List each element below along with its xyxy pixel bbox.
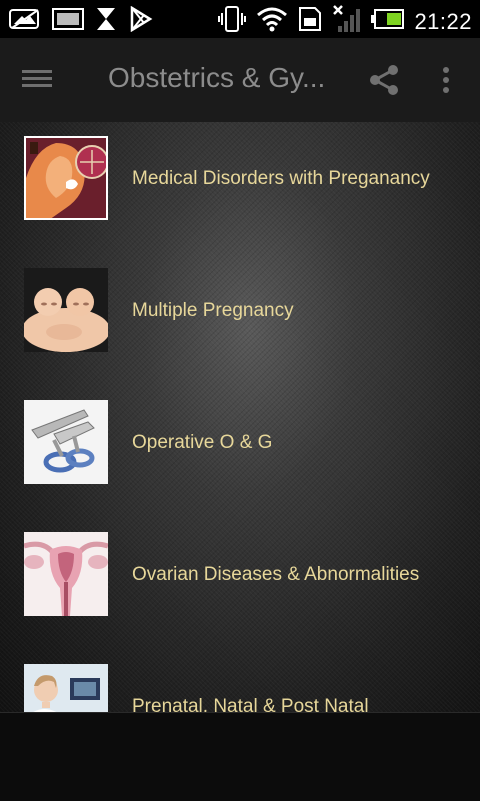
list-item[interactable]: Multiple Pregnancy (0, 254, 480, 386)
hamburger-menu-icon[interactable] (22, 66, 58, 94)
play-store-icon (128, 5, 154, 37)
uterus-illustration (24, 532, 108, 616)
share-icon[interactable] (366, 62, 402, 98)
image-icon (8, 7, 42, 36)
list-item-label: Ovarian Diseases & Abnormalities (132, 564, 420, 585)
list-item-label: Operative O & G (132, 432, 273, 453)
gallery-icon (52, 7, 84, 36)
no-signal-icon (332, 4, 362, 39)
doctor-ultrasound-photo (24, 664, 108, 712)
list-item-label: Medical Disorders with Preganancy (132, 168, 430, 189)
list-item-label: Multiple Pregnancy (132, 300, 294, 321)
status-bar-left (8, 5, 154, 37)
sd-card-icon (297, 5, 323, 38)
bottom-panel (0, 712, 480, 801)
surgical-instrument-photo (24, 400, 108, 484)
pregnancy-illustration (24, 136, 108, 220)
clock: 21:22 (414, 8, 472, 34)
battery-icon (371, 8, 405, 35)
list-item[interactable]: Operative O & G (0, 386, 480, 518)
hourglass-icon (94, 6, 118, 37)
status-bar-right: 21:22 (217, 4, 472, 39)
wifi-icon (256, 5, 288, 38)
list-item[interactable]: Prenatal, Natal & Post Natal (0, 650, 480, 712)
page-title: Obstetrics & Gy... (108, 62, 326, 93)
status-bar: 21:22 (0, 0, 480, 38)
vibrate-icon (217, 5, 247, 38)
app-bar: Obstetrics & Gy... (0, 38, 480, 122)
topic-list-area[interactable]: Medical Disorders with Preganancy Multip… (0, 122, 480, 712)
list-item[interactable]: Ovarian Diseases & Abnormalities (0, 518, 480, 650)
twin-babies-photo (24, 268, 108, 352)
list-item-label: Prenatal, Natal & Post Natal (132, 696, 369, 712)
list-item[interactable]: Medical Disorders with Preganancy (0, 122, 480, 254)
topic-list: Medical Disorders with Preganancy Multip… (0, 122, 480, 712)
overflow-menu-icon[interactable] (432, 62, 460, 98)
